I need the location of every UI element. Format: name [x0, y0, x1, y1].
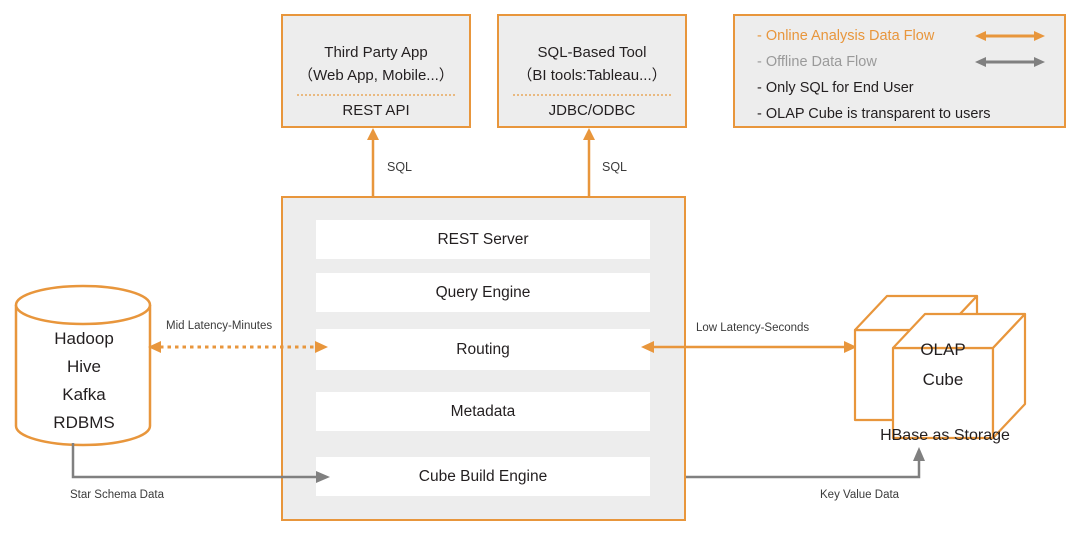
datasource-line-rdbms: RDBMS: [53, 413, 115, 432]
third-party-app-title-line2: （Web App, Mobile...）: [298, 67, 454, 84]
diagram-canvas: Third Party App （Web App, Mobile...） RES…: [0, 0, 1080, 533]
layer-metadata[interactable]: Metadata: [316, 392, 650, 431]
sql-label-right: SQL: [602, 160, 628, 174]
mid-latency-label: Mid Latency-Minutes: [166, 320, 273, 332]
datasource-line-hadoop: Hadoop: [54, 329, 114, 348]
star-schema-label: Star Schema Data: [70, 489, 164, 501]
datasource-labels: Hadoop Hive Kafka RDBMS: [14, 325, 154, 437]
layer-cube-build-engine[interactable]: Cube Build Engine: [316, 457, 650, 496]
olap-cube-line2: Cube: [922, 370, 964, 389]
legend-label-olap-transparent: - OLAP Cube is transparent to users: [757, 106, 991, 122]
layer-rest-server[interactable]: REST Server: [316, 220, 650, 259]
legend-label-only-sql: - Only SQL for End User: [757, 80, 914, 96]
legend-row-olap-transparent: - OLAP Cube is transparent to users: [735, 101, 1064, 127]
star-schema-arrow: [71, 443, 330, 483]
mid-latency-arrow: [148, 341, 328, 353]
third-party-app-title-line1: Third Party App: [324, 44, 428, 61]
hbase-storage-label: HBase as Storage: [880, 427, 1010, 444]
olap-cube-line1: OLAP: [920, 340, 966, 359]
datasource-line-kafka: Kafka: [62, 385, 106, 404]
sql-based-tool-title-line1: SQL-Based Tool: [537, 44, 647, 61]
sql-based-tool-divider: [513, 94, 671, 96]
sql-based-tool-protocol: JDBC/ODBC: [548, 102, 636, 119]
third-party-app-divider: [297, 94, 455, 96]
low-latency-arrow: [641, 341, 857, 353]
third-party-app-box: Third Party App （Web App, Mobile...） RES…: [281, 14, 471, 128]
olap-cube-labels: OLAP Cube: [893, 335, 993, 395]
legend-row-offline: - Offline Data Flow: [735, 49, 1064, 75]
sql-based-tool-box: SQL-Based Tool （BI tools:Tableau...） JDB…: [497, 14, 687, 128]
key-value-label: Key Value Data: [820, 489, 900, 501]
layer-query-engine[interactable]: Query Engine: [316, 273, 650, 312]
legend-arrow-online-icon: [975, 31, 1045, 41]
sql-based-tool-title-line2: （BI tools:Tableau...）: [517, 67, 667, 84]
third-party-app-protocol: REST API: [342, 102, 410, 119]
sql-label-left: SQL: [387, 160, 413, 174]
low-latency-label: Low Latency-Seconds: [696, 322, 810, 334]
legend-row-online: - Online Analysis Data Flow: [735, 23, 1064, 49]
legend-label-offline: - Offline Data Flow: [757, 54, 877, 70]
key-value-arrow: [686, 447, 925, 479]
layer-routing[interactable]: Routing: [316, 329, 650, 370]
legend-box: - Online Analysis Data Flow - Offline Da…: [733, 14, 1066, 128]
legend-label-online: - Online Analysis Data Flow: [757, 28, 935, 44]
legend-arrow-offline-icon: [975, 57, 1045, 67]
datasource-line-hive: Hive: [66, 357, 101, 376]
legend-row-only-sql: - Only SQL for End User: [735, 75, 1064, 101]
